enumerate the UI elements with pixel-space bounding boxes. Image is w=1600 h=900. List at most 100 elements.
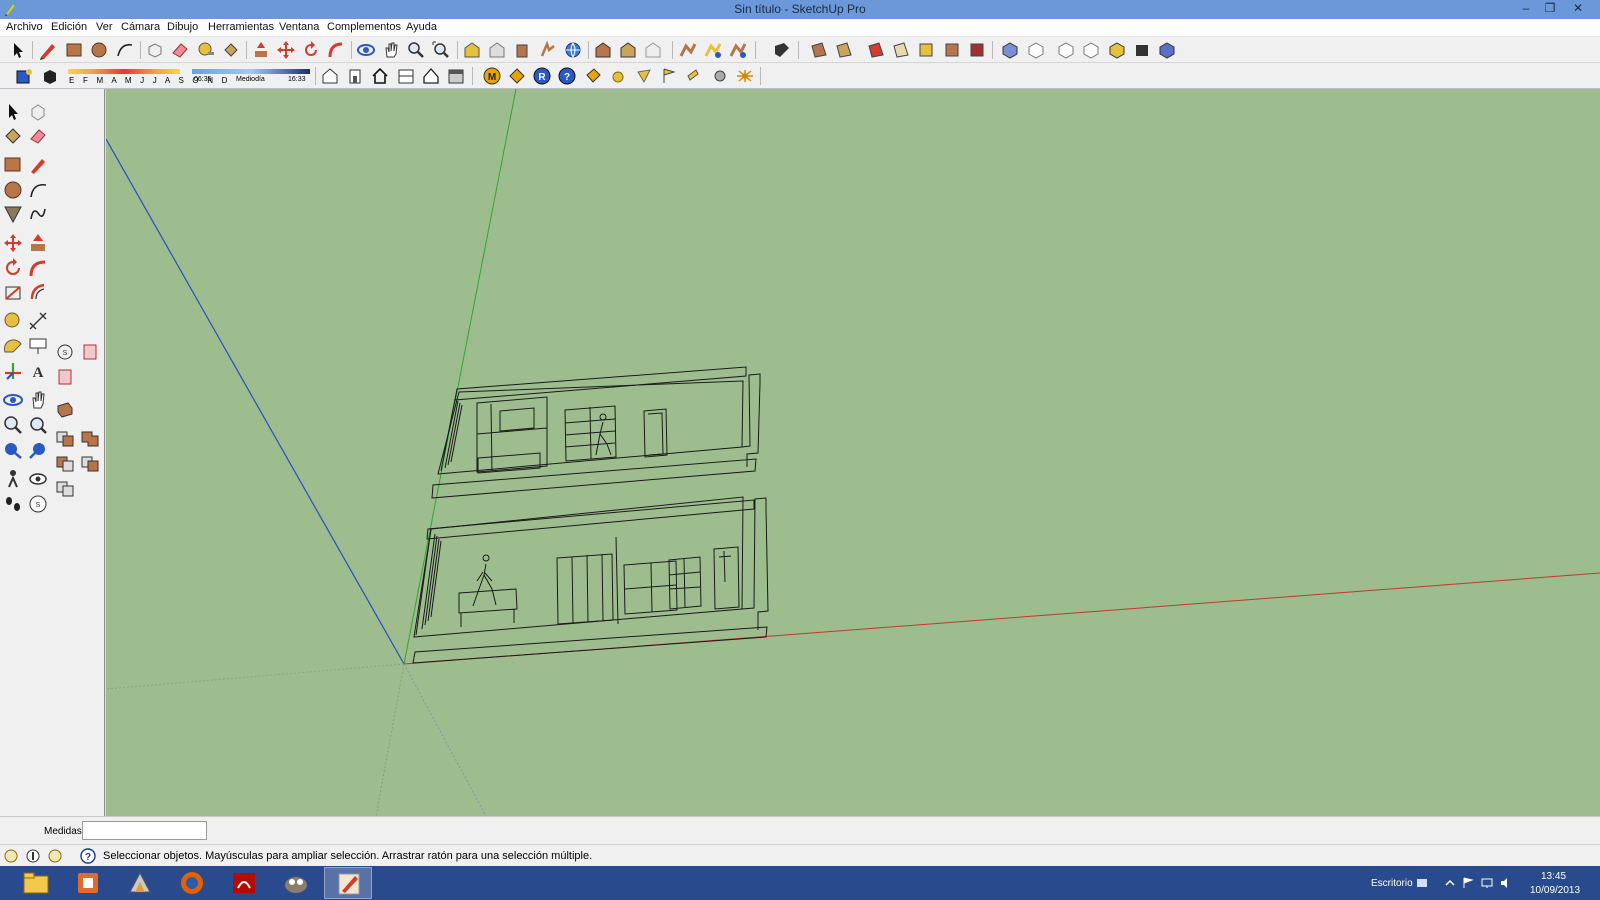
dimension-tool[interactable] bbox=[27, 310, 49, 332]
eraser-tool[interactable] bbox=[27, 125, 49, 147]
paint-bucket-tool[interactable] bbox=[2, 125, 24, 147]
zoom-extents-button[interactable] bbox=[431, 40, 451, 60]
materials-button[interactable]: M bbox=[482, 66, 502, 86]
polygon-tool[interactable] bbox=[2, 203, 24, 225]
solid-tool-subtract[interactable] bbox=[54, 452, 76, 474]
push-pull-tool[interactable] bbox=[27, 232, 49, 254]
view-right-button[interactable] bbox=[1081, 40, 1101, 60]
model-canvas[interactable] bbox=[106, 89, 1600, 816]
geo-location-status-icon[interactable] bbox=[3, 848, 19, 864]
menu-ayuda[interactable]: Ayuda bbox=[406, 21, 437, 33]
taskbar-firefox[interactable] bbox=[168, 867, 216, 899]
view-left-button[interactable] bbox=[1132, 40, 1152, 60]
share-component-button[interactable] bbox=[512, 40, 532, 60]
share-model-button[interactable] bbox=[487, 40, 507, 60]
style-textured-button[interactable] bbox=[942, 40, 962, 60]
network-icon[interactable] bbox=[1481, 877, 1493, 889]
menu-dibujo[interactable]: Dibujo bbox=[167, 21, 198, 33]
action-center-flag-icon[interactable] bbox=[1462, 877, 1474, 889]
move-tool-button[interactable] bbox=[276, 40, 296, 60]
generate-report-button[interactable] bbox=[643, 40, 663, 60]
style-xray-button[interactable] bbox=[809, 40, 829, 60]
sphere-light-button[interactable] bbox=[608, 66, 628, 86]
help-plugin-button[interactable]: ? bbox=[557, 66, 577, 86]
solid-tool-trim[interactable] bbox=[79, 452, 101, 474]
view-bottom-button[interactable] bbox=[1157, 40, 1177, 60]
desktop-label[interactable]: Escritorio bbox=[1371, 878, 1413, 889]
menu-camara[interactable]: Cámara bbox=[121, 21, 160, 33]
tag-button[interactable] bbox=[507, 66, 527, 86]
scale-tool[interactable] bbox=[2, 281, 24, 303]
menu-edicion[interactable]: Edición bbox=[51, 21, 87, 33]
solid-tool-outer[interactable] bbox=[54, 398, 76, 420]
select-tool[interactable] bbox=[2, 101, 24, 123]
sandbox-stamp-tool[interactable] bbox=[54, 366, 76, 388]
smoove-button[interactable] bbox=[728, 40, 748, 60]
protractor-tool[interactable] bbox=[2, 335, 24, 357]
volume-icon[interactable] bbox=[1500, 877, 1512, 889]
measurements-input[interactable] bbox=[82, 821, 207, 840]
model-viewport[interactable] bbox=[106, 89, 1600, 816]
make-component-button[interactable] bbox=[145, 40, 165, 60]
paint-bucket-button[interactable] bbox=[221, 40, 241, 60]
sandbox-tool[interactable]: S bbox=[54, 341, 76, 363]
orbit-button[interactable] bbox=[356, 40, 376, 60]
previous-view-tool[interactable] bbox=[2, 439, 24, 461]
render-button[interactable]: R bbox=[532, 66, 552, 86]
menu-complementos[interactable]: Complementos bbox=[327, 21, 401, 33]
minimize-button[interactable]: – bbox=[1514, 0, 1538, 18]
menu-archivo[interactable]: Archivo bbox=[6, 21, 43, 33]
section-plane-tool[interactable]: S bbox=[27, 493, 49, 515]
rotate-tool[interactable] bbox=[2, 257, 24, 279]
solid-tool-union[interactable] bbox=[79, 427, 101, 449]
sun-light-button[interactable] bbox=[735, 66, 755, 86]
component-options-button[interactable] bbox=[593, 40, 613, 60]
taskbar-office[interactable] bbox=[64, 867, 112, 899]
close-button[interactable]: ✕ bbox=[1566, 0, 1590, 18]
ies-light-button[interactable] bbox=[684, 66, 704, 86]
zoom-button[interactable] bbox=[406, 40, 426, 60]
solid-tool-intersect[interactable] bbox=[54, 427, 76, 449]
walk-tool[interactable] bbox=[2, 493, 24, 515]
menu-herramientas[interactable]: Herramientas bbox=[208, 21, 274, 33]
camera-position-button[interactable] bbox=[320, 66, 340, 86]
spot-light-button[interactable] bbox=[634, 66, 654, 86]
geo-location-button[interactable] bbox=[563, 40, 583, 60]
circle-tool-button[interactable] bbox=[89, 40, 109, 60]
time-slider[interactable]: 06:35 Mediodía 16:33 bbox=[192, 69, 310, 85]
look-around-tool[interactable] bbox=[27, 468, 49, 490]
freehand-tool[interactable] bbox=[27, 203, 49, 225]
style-wireframe-button[interactable] bbox=[866, 40, 886, 60]
position-camera-tool[interactable] bbox=[2, 468, 24, 490]
help-circle-icon[interactable]: ? bbox=[80, 848, 96, 864]
orbit-tool[interactable] bbox=[2, 389, 24, 411]
display-shadows-button[interactable] bbox=[40, 66, 60, 86]
clock-time[interactable]: 13:45 bbox=[1541, 871, 1566, 882]
desktop-toolbar-icon[interactable] bbox=[1416, 877, 1428, 889]
arc-tool-button[interactable] bbox=[115, 40, 135, 60]
user-status-icon[interactable] bbox=[47, 848, 63, 864]
walk-view-button[interactable] bbox=[345, 66, 365, 86]
restore-button[interactable]: ❐ bbox=[1538, 0, 1562, 18]
tape-measure-button[interactable] bbox=[196, 40, 216, 60]
rectangle-tool[interactable] bbox=[2, 154, 24, 176]
taskbar-gimp[interactable] bbox=[272, 867, 320, 899]
interior-view-button[interactable] bbox=[396, 66, 416, 86]
section-model[interactable] bbox=[412, 366, 769, 664]
arc-tool[interactable] bbox=[27, 179, 49, 201]
pan-tool[interactable] bbox=[27, 389, 49, 411]
flag-button[interactable] bbox=[659, 66, 679, 86]
zoom-window-tool[interactable] bbox=[27, 414, 49, 436]
home-view-button[interactable] bbox=[370, 66, 390, 86]
view-back-button[interactable] bbox=[1107, 40, 1127, 60]
extension-warehouse-button[interactable] bbox=[537, 40, 557, 60]
rotate-tool-button[interactable] bbox=[301, 40, 321, 60]
line-tool[interactable] bbox=[27, 154, 49, 176]
taskbar-file-explorer[interactable] bbox=[12, 867, 60, 899]
axes-tool[interactable] bbox=[2, 360, 24, 382]
roof-view-button[interactable] bbox=[421, 66, 441, 86]
facade-view-button[interactable] bbox=[446, 66, 466, 86]
zoom-tool[interactable] bbox=[2, 414, 24, 436]
style-backedges-button[interactable] bbox=[834, 40, 854, 60]
style-hidden-line-button[interactable] bbox=[891, 40, 911, 60]
